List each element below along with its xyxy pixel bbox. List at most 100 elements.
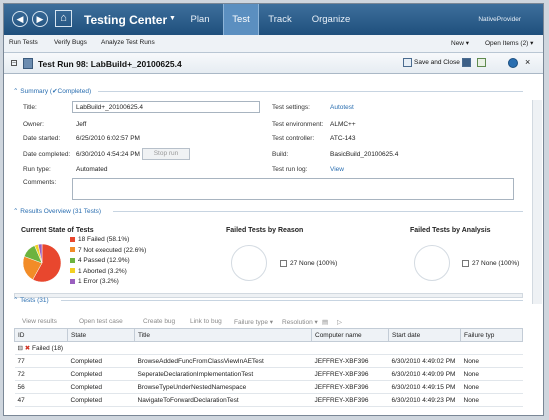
resolution-dropdown[interactable]: Resolution ▾: [282, 318, 318, 326]
column-id[interactable]: ID: [14, 328, 68, 342]
owner-value: Jeff: [76, 121, 87, 128]
cell-failure: None: [460, 367, 523, 381]
column-state[interactable]: State: [67, 328, 135, 342]
group-label: Failed (18): [32, 345, 64, 352]
vertical-scrollbar[interactable]: [532, 100, 542, 304]
tab-organize[interactable]: Organize: [304, 4, 358, 35]
current-state-pie-chart: [22, 243, 62, 283]
test-run-log-link[interactable]: View: [330, 166, 344, 173]
analysis-legend-label: 27 None (100%): [472, 260, 520, 268]
cell-start: 6/30/2010 4:49:15 PM: [388, 380, 461, 394]
expand-icon[interactable]: ⊟: [18, 345, 23, 352]
summary-divider: [98, 91, 523, 92]
cell-state: Completed: [67, 393, 135, 407]
reason-legend-label: 27 None (100%): [290, 260, 338, 268]
date-started-label: Date started:: [23, 135, 61, 142]
legend-item-not-executed[interactable]: 7 Not executed (22.6%): [70, 247, 146, 254]
tests-count-label: (31): [37, 297, 49, 304]
legend-swatch: [70, 268, 75, 274]
table-row[interactable]: 56 Completed BrowseTypeUnderNestedNamespac…: [14, 380, 523, 394]
chevron-up-icon[interactable]: ⌃: [13, 297, 18, 304]
cell-computer: JEFFREY-XBF396: [311, 354, 389, 368]
app-menu-arrow-icon[interactable]: ▼: [169, 15, 176, 22]
comments-field[interactable]: [72, 178, 514, 200]
run-type-value: Automated: [76, 166, 108, 173]
tab-track[interactable]: Track: [262, 4, 298, 35]
legend-item-failed[interactable]: 18 Failed (58.1%): [70, 236, 129, 243]
legend-swatch: [70, 247, 75, 253]
legend-item-aborted[interactable]: 1 Aborted (3.2%): [70, 268, 127, 275]
save-and-close-button[interactable]: Save and Close: [414, 59, 460, 66]
failed-by-reason-legend[interactable]: 27 None (100%): [280, 260, 337, 267]
tests-label: Tests: [20, 297, 36, 304]
legend-label: 1 Error (3.2%): [78, 278, 119, 285]
test-run-icon: [23, 58, 33, 69]
forward-icon[interactable]: ▶: [32, 11, 48, 27]
subnav-analyze-test-runs[interactable]: Analyze Test Runs: [101, 39, 155, 46]
column-start-date[interactable]: Start date: [388, 328, 461, 342]
column-failure-type[interactable]: Failure typ: [460, 328, 523, 342]
checkbox-icon[interactable]: [280, 260, 287, 267]
create-bug-button[interactable]: Create bug: [143, 318, 175, 325]
tab-plan[interactable]: Plan: [182, 4, 218, 35]
column-computer-name[interactable]: Computer name: [311, 328, 389, 342]
cell-state: Completed: [67, 367, 135, 381]
export-icon[interactable]: ▤: [322, 318, 328, 326]
test-settings-link[interactable]: Autotest: [330, 104, 354, 111]
results-count-label: (31 Tests): [72, 208, 102, 215]
failed-by-analysis-legend[interactable]: 27 None (100%): [462, 260, 519, 267]
cell-computer: JEFFREY-XBF396: [311, 393, 389, 407]
column-title[interactable]: Title: [134, 328, 312, 342]
stop-run-button[interactable]: Stop run: [142, 148, 190, 160]
close-icon[interactable]: ×: [525, 57, 530, 67]
failed-status-icon: ✖: [24, 345, 31, 352]
test-controller-label: Test controller:: [272, 135, 315, 142]
back-icon[interactable]: ◀: [12, 11, 28, 27]
summary-label: Summary: [20, 88, 49, 95]
table-row[interactable]: 72 Completed SeperateDeclarationImplementa…: [14, 367, 523, 381]
home-icon[interactable]: ⌂: [55, 10, 72, 27]
cell-id: 72: [14, 367, 68, 381]
comments-label: Comments:: [23, 179, 57, 186]
app-title: Testing Center: [84, 13, 168, 27]
subnav-run-tests[interactable]: Run Tests: [9, 39, 38, 46]
results-section-header[interactable]: ⌃ Results Overview (31 Tests): [13, 207, 523, 216]
legend-label: 18 Failed (58.1%): [78, 236, 130, 243]
refresh-icon[interactable]: [477, 58, 486, 67]
cell-failure: None: [460, 380, 523, 394]
subnav-verify-bugs[interactable]: Verify Bugs: [54, 39, 87, 46]
failure-type-dropdown[interactable]: Failure type ▾: [234, 318, 273, 326]
link-to-bug-button[interactable]: Link to bug: [190, 318, 222, 325]
run-icon[interactable]: ▷: [337, 318, 342, 326]
test-environment-value: ALMC++: [330, 121, 356, 128]
group-row-failed[interactable]: ⊟ ✖ Failed (18): [14, 341, 523, 355]
legend-item-error[interactable]: 1 Error (3.2%): [70, 278, 119, 285]
view-results-button[interactable]: View results: [22, 318, 57, 325]
open-test-case-button[interactable]: Open test case: [79, 318, 123, 325]
tests-table: ID State Title Computer name Start date …: [14, 328, 523, 407]
collapse-icon[interactable]: –: [11, 60, 17, 66]
date-started-value: 6/25/2010 6:02:57 PM: [76, 135, 140, 142]
legend-swatch: [70, 278, 75, 284]
cell-start: 6/30/2010 4:49:09 PM: [388, 367, 461, 381]
failed-by-analysis-heading: Failed Tests by Analysis: [410, 227, 491, 234]
new-menu[interactable]: New ▾: [451, 39, 469, 47]
cell-state: Completed: [67, 354, 135, 368]
cell-title: SeperateDeclarationImplementationTest: [134, 367, 312, 381]
checkbox-icon[interactable]: [462, 260, 469, 267]
legend-item-passed[interactable]: 4 Passed (12.9%): [70, 257, 130, 264]
legend-label: 1 Aborted (3.2%): [78, 267, 127, 275]
chevron-up-icon[interactable]: ⌃: [13, 88, 18, 95]
open-items-menu[interactable]: Open Items (2) ▾: [485, 39, 533, 47]
tab-test[interactable]: Test: [223, 4, 259, 35]
save-icon[interactable]: [462, 58, 471, 67]
title-field[interactable]: LabBuild+_20100625.4: [72, 101, 260, 113]
table-row[interactable]: 47 Completed NavigateToForwardDeclarationT…: [14, 393, 523, 407]
tests-section-header[interactable]: ⌃ Tests (31): [13, 296, 523, 305]
table-row[interactable]: 77 Completed BrowseAddedFuncFromClassViewI…: [14, 354, 523, 368]
summary-section-header[interactable]: ⌃ Summary (✔Completed): [13, 87, 523, 96]
help-icon[interactable]: [508, 58, 518, 68]
test-run-window: ◀ ▶ ⌂ Testing Center ▼ Plan Test Track O…: [3, 3, 544, 416]
cell-title: NavigateToForwardDeclarationTest: [134, 393, 312, 407]
chevron-up-icon[interactable]: ⌃: [13, 208, 18, 215]
